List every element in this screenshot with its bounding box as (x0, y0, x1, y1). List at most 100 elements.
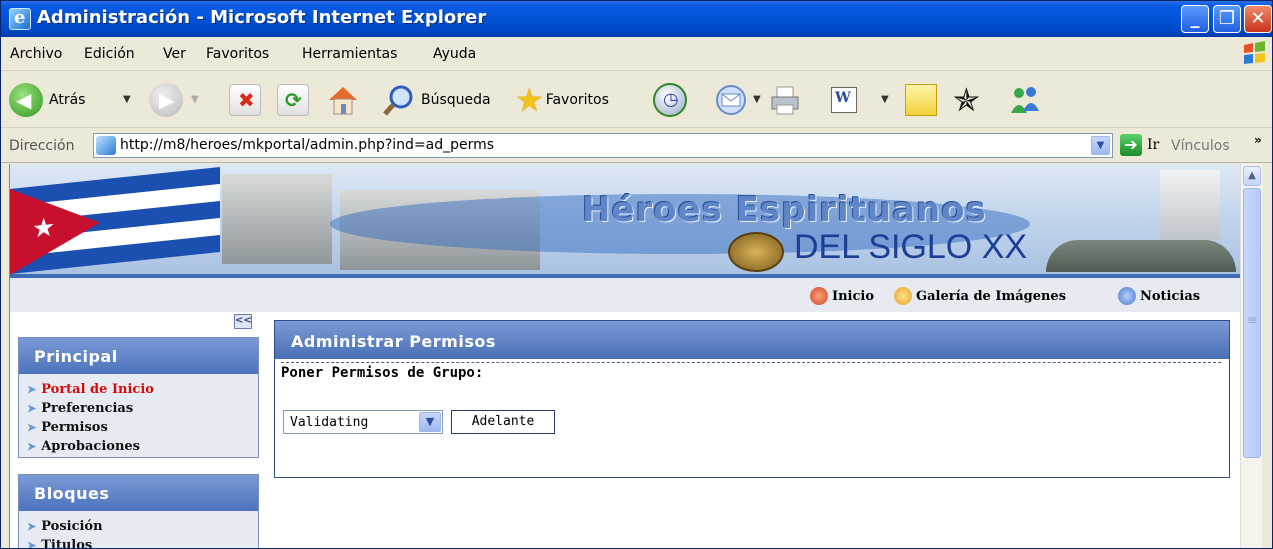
collapse-sidebar-button[interactable]: << (234, 314, 252, 329)
menu-herramientas[interactable]: Herramientas (302, 46, 397, 62)
mail-button[interactable] (713, 82, 749, 118)
menu-archivo[interactable]: Archivo (10, 46, 62, 62)
word-icon: W (831, 87, 857, 113)
nav-noticias-label: Noticias (1140, 288, 1201, 304)
notes-icon (905, 84, 937, 116)
browser-window: Administración - Microsoft Internet Expl… (0, 0, 1273, 549)
mail-icon (716, 85, 746, 115)
back-dropdown-icon[interactable]: ▼ (123, 94, 131, 105)
stop-icon: ✖ (229, 84, 261, 116)
maximize-icon: ❐ (1218, 8, 1236, 29)
search-icon (383, 85, 413, 116)
maximize-button[interactable]: ❐ (1213, 5, 1241, 33)
news-icon (1118, 287, 1136, 305)
windows-logo-icon (1244, 41, 1265, 64)
favorites-button[interactable]: ★ Favoritos (515, 81, 609, 119)
history-button[interactable]: ◷ (653, 82, 687, 118)
refresh-button[interactable]: ⟳ (277, 82, 309, 118)
group-select[interactable]: Validating ▼ (283, 410, 443, 434)
adelante-button[interactable]: Adelante (451, 410, 555, 434)
forward-dropdown-icon[interactable]: ▼ (191, 94, 199, 105)
back-button[interactable]: ◀ Atrás (9, 82, 85, 118)
sidebar-item-portal-de-inicio[interactable]: ➤ Portal de Inicio (19, 380, 258, 399)
sidebar-item-titulos[interactable]: ➤ Titulos (19, 536, 258, 549)
word-button[interactable]: W (831, 82, 857, 118)
gallery-icon (894, 287, 912, 305)
back-label: Atrás (49, 92, 86, 108)
menu-bar: Archivo Edición Ver Favoritos Herramient… (1, 37, 1272, 71)
address-label: Dirección (9, 138, 75, 154)
panel-subtitle: Poner Permisos de Grupo: (281, 365, 484, 381)
messenger-icon: ✯ (953, 81, 980, 119)
sidebar-item-permisos[interactable]: ➤ Permisos (19, 418, 258, 437)
search-button[interactable]: Búsqueda (381, 82, 491, 118)
go-button[interactable]: Ir (1147, 137, 1159, 153)
nav-inicio-label: Inicio (832, 288, 874, 304)
sidebar-section-title: Principal (19, 338, 258, 374)
search-label: Búsqueda (421, 92, 491, 108)
close-icon: ✕ (1250, 8, 1266, 29)
history-icon: ◷ (653, 83, 687, 117)
menu-ayuda[interactable]: Ayuda (433, 46, 476, 62)
messenger-button[interactable]: ✯ (953, 81, 980, 119)
sidebar-item-aprobaciones[interactable]: ➤ Aprobaciones (19, 437, 258, 456)
print-button[interactable] (767, 82, 803, 118)
menu-favoritos[interactable]: Favoritos (206, 46, 269, 62)
ie-icon (9, 7, 31, 30)
nav-inicio[interactable]: Inicio (810, 287, 874, 305)
sidebar-section-title: Bloques (19, 475, 258, 511)
title-bar[interactable]: Administración - Microsoft Internet Expl… (1, 1, 1272, 37)
bullet-arrow-icon: ➤ (27, 539, 37, 549)
go-arrow-icon[interactable]: ➔ (1120, 134, 1142, 156)
edit-dropdown-icon[interactable]: ▼ (881, 94, 889, 105)
sidebar-item-preferencias[interactable]: ➤ Preferencias (19, 399, 258, 418)
vertical-scrollbar[interactable]: ▲ (1240, 164, 1262, 548)
users-button[interactable] (1005, 82, 1045, 118)
forward-button[interactable]: ▶ (149, 82, 183, 118)
address-dropdown-icon[interactable]: ▼ (1091, 136, 1110, 155)
mail-dropdown-icon[interactable]: ▼ (753, 94, 761, 105)
banner-title: Héroes Espirituanos (582, 190, 987, 230)
scroll-thumb[interactable] (1243, 188, 1261, 458)
forward-icon: ▶ (149, 83, 183, 117)
notes-button[interactable] (905, 82, 937, 118)
sidebar-item-posicion[interactable]: ➤ Posición (19, 517, 258, 536)
links-more-icon[interactable]: » (1254, 133, 1262, 147)
close-button[interactable]: ✕ (1244, 5, 1272, 33)
permissions-panel: Administrar Permisos Poner Permisos de G… (274, 320, 1230, 478)
minimize-icon: _ (1190, 8, 1200, 29)
home-button[interactable] (325, 82, 361, 118)
sidebar-item-label: Portal de Inicio (41, 382, 154, 397)
back-icon: ◀ (9, 83, 43, 117)
sidebar-item-label: Posición (41, 519, 103, 534)
bullet-arrow-icon: ➤ (27, 402, 37, 415)
stop-button[interactable]: ✖ (229, 82, 261, 118)
address-bar: Dirección http://m8/heroes/mkportal/admi… (1, 129, 1272, 163)
tower-image (1160, 170, 1220, 240)
chevron-down-icon[interactable]: ▼ (419, 412, 441, 432)
site-banner: ★ Héroes Espirituanos DEL SIGLO XX (10, 164, 1240, 274)
bullet-arrow-icon: ➤ (27, 440, 37, 453)
sidebar-item-label: Titulos (41, 538, 93, 549)
nav-galeria[interactable]: Galería de Imágenes (894, 287, 1066, 305)
cuba-flag-image: ★ (10, 166, 220, 274)
favorites-icon: ★ (515, 81, 544, 119)
home-icon (329, 87, 357, 115)
nav-noticias[interactable]: Noticias (1118, 287, 1200, 305)
top-nav: Inicio Galería de Imágenes Noticias (10, 278, 1240, 312)
sidebar-item-label: Aprobaciones (41, 439, 140, 454)
menu-edicion[interactable]: Edición (84, 46, 135, 62)
refresh-icon: ⟳ (277, 84, 309, 116)
menu-ver[interactable]: Ver (163, 46, 186, 62)
scroll-up-icon[interactable]: ▲ (1243, 166, 1261, 186)
address-input[interactable]: http://m8/heroes/mkportal/admin.php?ind=… (93, 133, 1113, 158)
minimize-button[interactable]: _ (1181, 5, 1209, 33)
address-url[interactable]: http://m8/heroes/mkportal/admin.php?ind=… (120, 137, 494, 153)
print-icon (771, 86, 799, 115)
bridge-image (1046, 240, 1236, 272)
home-icon (810, 287, 828, 305)
sidebar-item-label: Preferencias (41, 401, 134, 416)
bullet-arrow-icon: ➤ (27, 520, 37, 533)
bullet-arrow-icon: ➤ (27, 421, 37, 434)
links-label[interactable]: Vínculos (1171, 138, 1230, 154)
